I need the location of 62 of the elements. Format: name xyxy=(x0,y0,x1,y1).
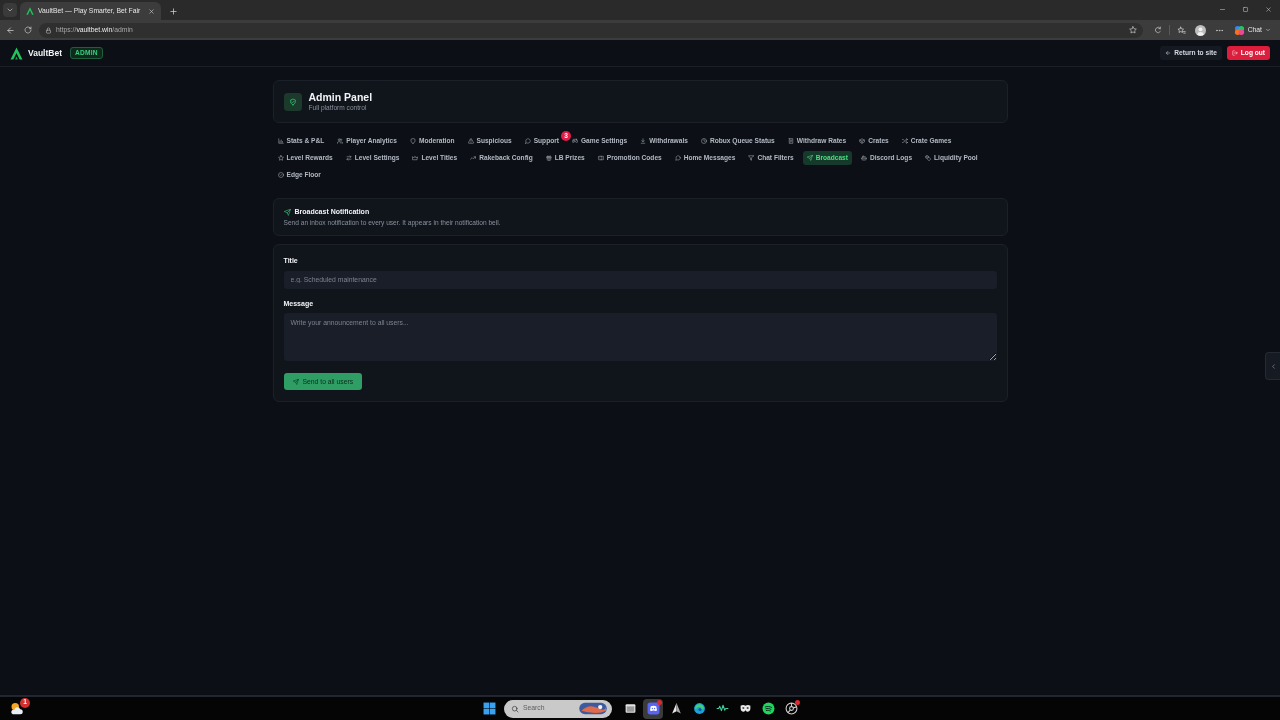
crown-icon xyxy=(412,155,419,161)
lock-icon xyxy=(45,26,52,34)
chevron-down-icon xyxy=(1265,27,1271,33)
trend-up-icon xyxy=(470,155,477,161)
window-icon xyxy=(623,702,637,715)
download-icon xyxy=(640,138,647,144)
close-icon xyxy=(148,7,156,15)
reload-icon xyxy=(24,26,32,34)
coins-icon xyxy=(925,155,932,161)
close-icon xyxy=(1265,5,1272,13)
send-icon xyxy=(806,155,813,161)
star-icon xyxy=(277,155,284,161)
plus-icon xyxy=(168,6,178,16)
reload-button[interactable] xyxy=(22,24,34,36)
warning-icon xyxy=(467,138,474,144)
swirl-icon xyxy=(692,702,706,715)
shield-check-icon xyxy=(283,92,302,111)
cube-icon xyxy=(859,138,866,144)
aperture-icon xyxy=(784,702,798,715)
shield-icon xyxy=(409,138,416,144)
avatar-icon xyxy=(1194,24,1206,36)
gamepad-icon xyxy=(571,138,578,144)
send-icon xyxy=(283,208,291,216)
back-arrow-icon xyxy=(6,25,15,35)
sound-arcs-icon xyxy=(761,702,775,715)
message-icon xyxy=(674,155,681,161)
collapse-handle[interactable] xyxy=(1265,352,1280,380)
clock-icon xyxy=(700,138,707,144)
sun-cloud-icon xyxy=(8,701,24,716)
chat-bubble-icon xyxy=(524,138,531,144)
filter-icon xyxy=(748,155,755,161)
chevron-down-icon xyxy=(6,6,14,14)
bar-chart-icon xyxy=(277,138,284,144)
users-icon xyxy=(337,138,344,144)
receipt-icon xyxy=(787,138,794,144)
favorites-icon xyxy=(1176,25,1186,35)
chevron-left-icon xyxy=(1269,362,1277,370)
multicolor-logo-icon xyxy=(1233,24,1245,36)
landscape-thumbnail-icon xyxy=(578,702,608,715)
swap-arrows-icon xyxy=(345,155,352,161)
check-circle-icon xyxy=(277,172,284,178)
logo-icon xyxy=(10,46,23,60)
circular-arrow-icon xyxy=(1153,26,1162,34)
favicon-icon xyxy=(26,7,34,15)
gift-icon xyxy=(545,155,552,161)
arrow-left-icon xyxy=(1165,50,1172,56)
maximize-icon xyxy=(1242,5,1249,13)
taskbar-app[interactable] xyxy=(643,698,663,719)
search-icon xyxy=(511,704,519,713)
robot-icon xyxy=(860,155,867,161)
brand-name: VaultBet xyxy=(28,47,62,59)
send-icon xyxy=(292,378,299,385)
favorites-button[interactable] xyxy=(1174,23,1188,37)
profile-button[interactable] xyxy=(1192,22,1208,38)
shuffle-icon xyxy=(901,138,908,144)
mask-icon xyxy=(738,702,752,715)
game-controller-icon xyxy=(646,702,660,715)
logout-icon xyxy=(1231,50,1238,56)
bookmark-star-icon xyxy=(1128,26,1137,34)
four-squares-icon xyxy=(482,702,496,715)
ticket-icon xyxy=(597,155,604,161)
panel-title: Admin Panel xyxy=(308,90,373,104)
